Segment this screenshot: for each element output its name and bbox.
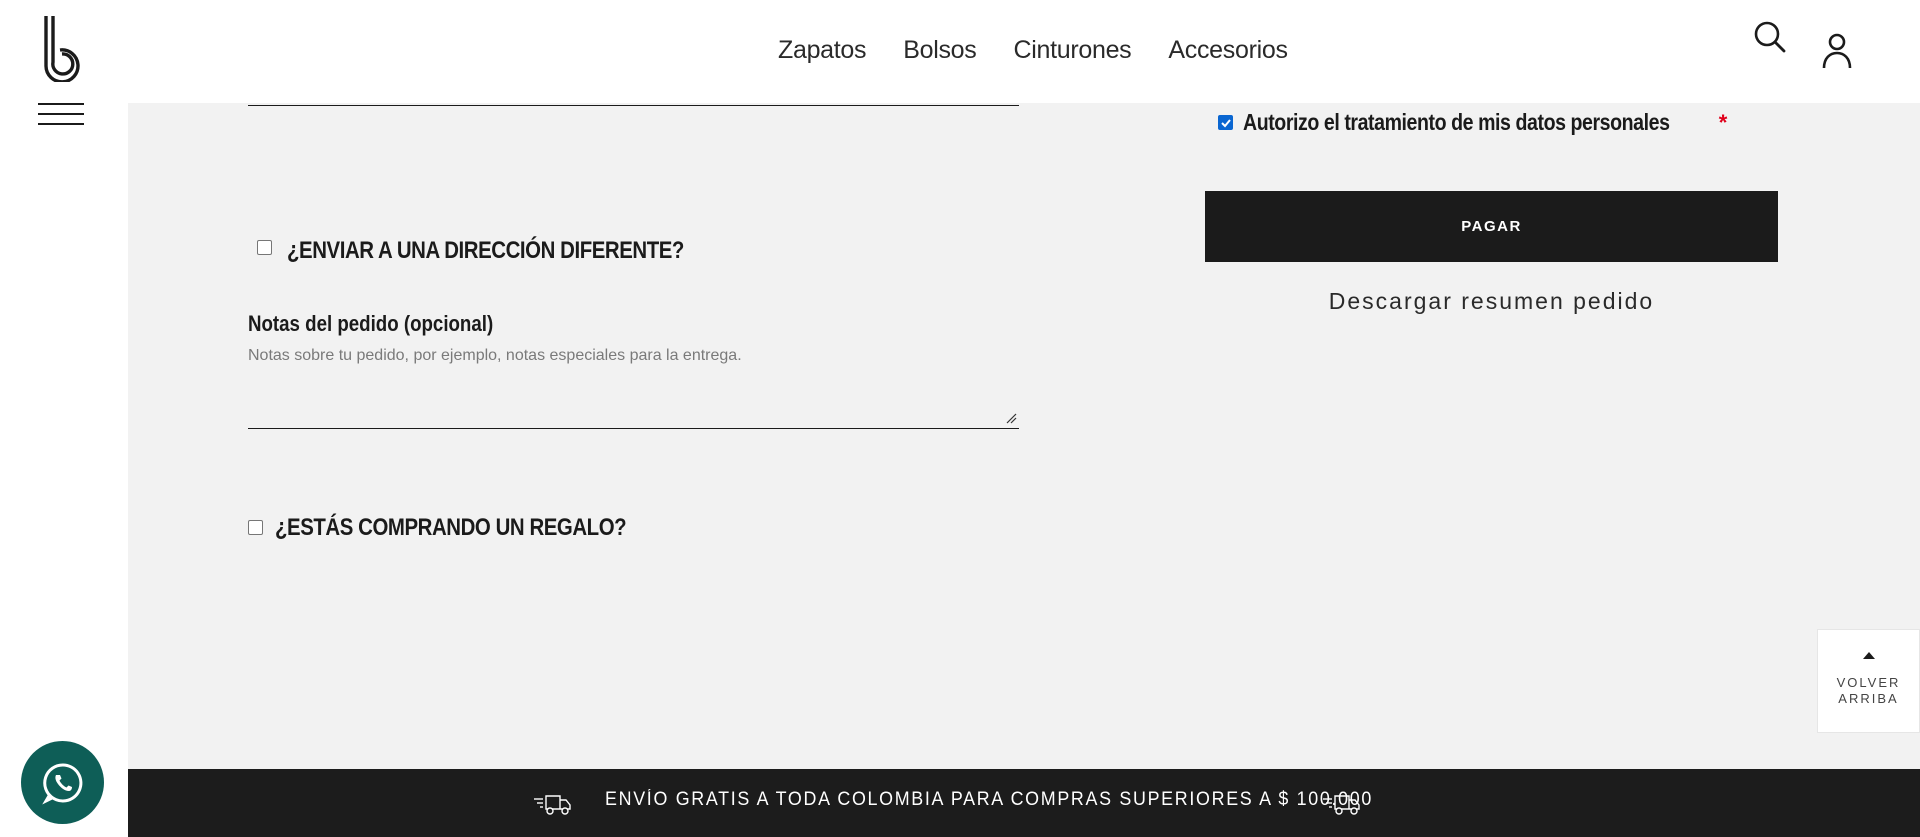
user-icon[interactable] — [1820, 32, 1854, 70]
delivery-truck-icon — [1323, 795, 1360, 815]
back-to-top-label-2: ARRIBA — [1838, 690, 1899, 706]
pay-button[interactable]: PAGAR — [1205, 191, 1778, 262]
download-order-summary-link[interactable]: Descargar resumen pedido — [1205, 288, 1778, 315]
whatsapp-icon — [41, 762, 82, 805]
ship-different-row: ¿ENVIAR A UNA DIRECCIÓN DIFERENTE? — [257, 229, 754, 265]
checkmark-icon — [1220, 118, 1231, 127]
nav-item-zapatos[interactable]: Zapatos — [778, 36, 867, 65]
resize-handle-icon[interactable] — [1005, 412, 1017, 424]
gift-label: ¿ESTÁS COMPRANDO UN REGALO? — [275, 514, 627, 541]
back-to-top-label-1: VOLVER — [1836, 674, 1901, 690]
authorize-checkbox[interactable] — [1218, 115, 1233, 130]
back-to-top-button[interactable]: VOLVER ARRIBA — [1817, 629, 1920, 733]
ship-different-label: ¿ENVIAR A UNA DIRECCIÓN DIFERENTE? — [287, 237, 684, 264]
hamburger-menu-icon[interactable] — [38, 103, 84, 125]
checkout-form-area: ¿ENVIAR A UNA DIRECCIÓN DIFERENTE? Notas… — [128, 103, 1920, 769]
order-notes-textarea[interactable] — [248, 347, 1019, 429]
nav-item-accesorios[interactable]: Accesorios — [1168, 36, 1288, 65]
nav-item-bolsos[interactable]: Bolsos — [903, 36, 977, 65]
ship-different-checkbox[interactable] — [257, 239, 272, 255]
authorize-label: Autorizo el tratamiento de mis datos per… — [1243, 109, 1670, 135]
arrow-up-icon — [1862, 651, 1875, 659]
required-marker: * — [1718, 109, 1728, 135]
previous-field-underline — [248, 105, 1019, 106]
authorize-data-row: Autorizo el tratamiento de mis datos per… — [1218, 109, 1727, 136]
gift-row: ¿ESTÁS COMPRANDO UN REGALO? — [248, 512, 688, 542]
brand-logo-icon[interactable] — [38, 14, 86, 82]
gift-checkbox[interactable] — [248, 519, 263, 535]
free-shipping-banner: ENVÍO GRATIS A TODA COLOMBIA PARA COMPRA… — [128, 769, 1920, 837]
sidebar — [0, 0, 128, 837]
order-notes-label: Notas del pedido (opcional) — [248, 311, 494, 336]
site-header: Zapatos Bolsos Cinturones Accesorios — [128, 0, 1920, 103]
search-icon[interactable] — [1753, 20, 1787, 54]
whatsapp-button[interactable] — [21, 741, 104, 824]
main-nav: Zapatos Bolsos Cinturones Accesorios — [778, 36, 1288, 65]
nav-item-cinturones[interactable]: Cinturones — [1013, 36, 1131, 65]
delivery-truck-icon — [534, 795, 571, 815]
free-shipping-text: ENVÍO GRATIS A TODA COLOMBIA PARA COMPRA… — [605, 789, 1374, 810]
